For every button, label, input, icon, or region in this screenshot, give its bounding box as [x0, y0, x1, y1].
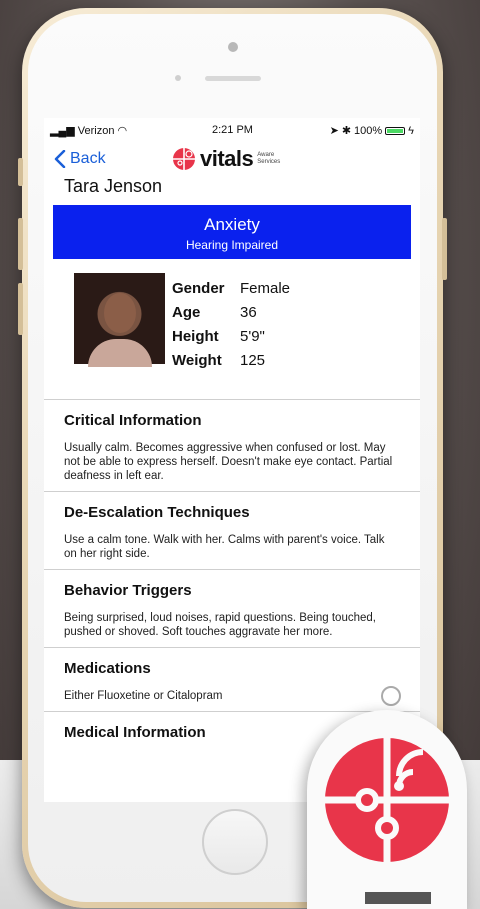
profile-photo — [74, 273, 165, 367]
proximity-sensor — [175, 75, 181, 81]
home-button[interactable] — [202, 809, 268, 875]
signal-icon: ▂▄▆ — [50, 125, 75, 137]
charging-icon: ϟ — [408, 124, 414, 137]
stat-row-gender: Gender Female — [172, 280, 291, 297]
status-right: ➤ ✱ 100% ϟ — [329, 124, 414, 138]
profile-stats: Gender Female Age 36 Height 5'9" Weight … — [172, 277, 290, 373]
logo-subtitle: Aware Services — [257, 152, 281, 165]
section-de-escalation[interactable]: De-Escalation Techniques Use a calm tone… — [44, 491, 420, 569]
back-button[interactable]: Back — [54, 150, 106, 168]
status-bar: ▂▄▆ Verizon ◠ 2:21 PM ➤ ✱ 100% ϟ — [44, 118, 420, 140]
photo-shoulders — [88, 339, 152, 367]
profile-card: Gender Female Age 36 Height 5'9" Weight … — [44, 259, 420, 399]
volume-down-button — [18, 283, 23, 335]
vitals-puzzle-icon — [173, 148, 195, 170]
photo-face — [104, 293, 136, 333]
beacon-puzzle-icon — [325, 738, 449, 862]
chevron-left-icon — [54, 150, 66, 168]
logo-wordmark: vitals — [200, 146, 254, 171]
wifi-icon: ◠ — [117, 125, 128, 137]
status-time: 2:21 PM — [212, 124, 253, 136]
condition-banner: Anxiety Hearing Impaired — [53, 205, 411, 259]
earpiece-speaker — [205, 76, 261, 81]
tag-body — [307, 710, 467, 909]
volume-up-button — [18, 218, 23, 270]
tag-keyring-loop — [381, 686, 401, 706]
location-icon: ➤ — [329, 125, 339, 137]
stat-row-height: Height 5'9" — [172, 328, 265, 345]
front-camera — [228, 42, 238, 52]
carrier-label: ▂▄▆ Verizon ◠ — [50, 125, 128, 137]
stat-row-age: Age 36 — [172, 304, 257, 321]
condition-subtitle: Hearing Impaired — [185, 238, 279, 252]
nav-bar: Back vitals Aware Services — [44, 140, 420, 176]
person-name: Tara Jenson — [64, 176, 163, 196]
power-button — [442, 218, 447, 280]
bluetooth-icon: ✱ — [341, 125, 352, 137]
battery-icon — [385, 126, 406, 135]
mute-switch — [18, 158, 23, 186]
vitals-beacon-tag — [307, 686, 467, 909]
section-critical-information[interactable]: Critical Information Usually calm. Becom… — [44, 399, 420, 491]
condition-title: Anxiety — [204, 215, 260, 234]
section-behavior-triggers[interactable]: Behavior Triggers Being surprised, loud … — [44, 569, 420, 647]
vitals-logo: vitals Aware Services — [172, 146, 280, 172]
stat-row-weight: Weight 125 — [172, 352, 266, 369]
tag-slot — [365, 892, 431, 904]
battery-percent: 100% — [354, 124, 383, 137]
